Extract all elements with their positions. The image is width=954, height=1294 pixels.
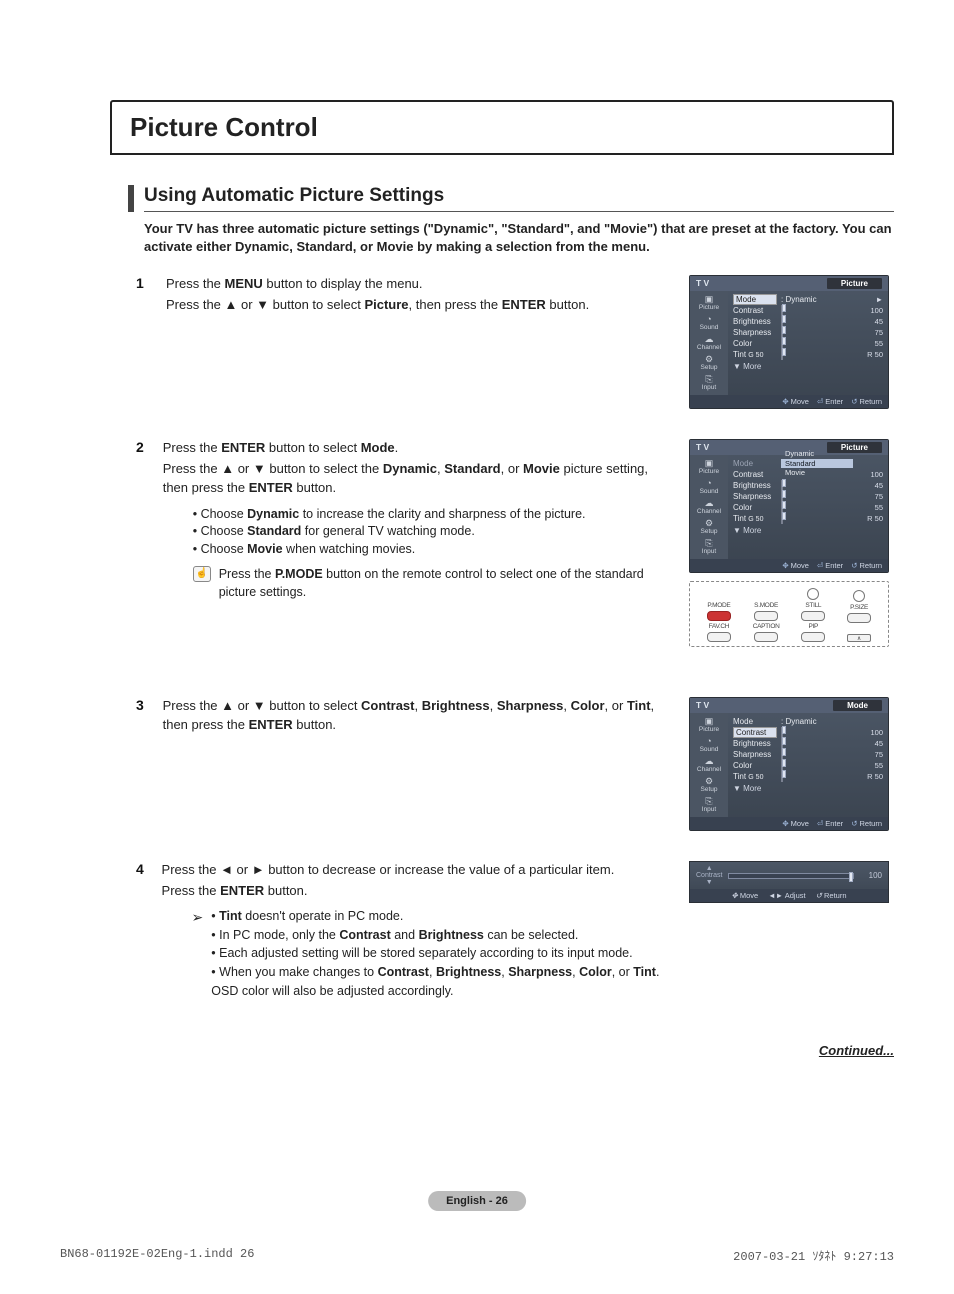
- contrast-slider-panel: ▲Contrast▼ 100 ✥ Move◄► Adjust↺ Return: [689, 861, 889, 903]
- print-file-label: BN68-01192E-02Eng-1.indd 26: [60, 1247, 254, 1264]
- print-footer: BN68-01192E-02Eng-1.indd 26 2007-03-21 ｿ…: [60, 1247, 894, 1264]
- step-4: 4 Press the ◄ or ► button to decrease or…: [136, 861, 894, 1002]
- pmode-note: ☝ Press the P.MODE button on the remote …: [193, 566, 669, 601]
- section-heading-box: Using Automatic Picture Settings: [128, 185, 894, 212]
- remote-snippet: P.MODEFAV.CH S.MODECAPTION STILLPIP P.SI…: [689, 581, 889, 647]
- channel-icon: ☁: [692, 335, 726, 344]
- osd-sidebar: ▣Picture ◔Sound ☁Channel ⚙Setup ⎘Input: [690, 291, 728, 395]
- sound-icon: ◔: [692, 315, 726, 324]
- step-3: 3 Press the ▲ or ▼ button to select Cont…: [136, 697, 894, 839]
- print-date-label: 2007-03-21 ｿﾀﾈﾄ 9:27:13: [733, 1247, 894, 1264]
- osd-picture-menu-2: T V Picture ▣Picture ◔Sound ☁Channel ⚙Se…: [689, 439, 889, 573]
- osd-picture-menu-1: T V Picture ▣Picture ◔Sound ☁Channel ⚙Se…: [689, 275, 889, 409]
- step-4-notes: ➢ • Tint doesn't operate in PC mode. • I…: [192, 907, 669, 1001]
- mode-dropdown: Dynamic Standard Movie: [781, 449, 853, 478]
- step-number: 3: [136, 697, 147, 737]
- setup-icon: ⚙: [692, 355, 726, 364]
- page-number-label: English - 26: [428, 1191, 526, 1211]
- page-title: Picture Control: [130, 112, 874, 143]
- step-number: 1: [136, 275, 150, 317]
- remote-hand-icon: ☝: [193, 566, 211, 582]
- step-2-bullets: Choose Dynamic to increase the clarity a…: [193, 506, 669, 559]
- note-arrow-icon: ➢: [192, 907, 204, 1001]
- step-number: 2: [136, 439, 147, 601]
- section-heading: Using Automatic Picture Settings: [144, 185, 894, 212]
- pmode-button-icon: [707, 611, 731, 621]
- step-number: 4: [136, 861, 146, 1000]
- section-intro: Your TV has three automatic picture sett…: [144, 220, 894, 255]
- input-icon: ⎘: [692, 375, 726, 384]
- page-title-box: Picture Control: [110, 100, 894, 155]
- step-1: 1 Press the MENU button to display the m…: [136, 275, 894, 417]
- picture-icon: ▣: [692, 295, 726, 304]
- continued-label: Continued...: [128, 1043, 894, 1058]
- step-2: 2 Press the ENTER button to select Mode.…: [136, 439, 894, 647]
- osd-sidebar: ▣Picture ◔Sound ☁Channel ⚙Setup ⎘Input: [690, 455, 728, 559]
- osd-mode-menu: T V Mode ▣Picture ◔Sound ☁Channel ⚙Setup…: [689, 697, 889, 831]
